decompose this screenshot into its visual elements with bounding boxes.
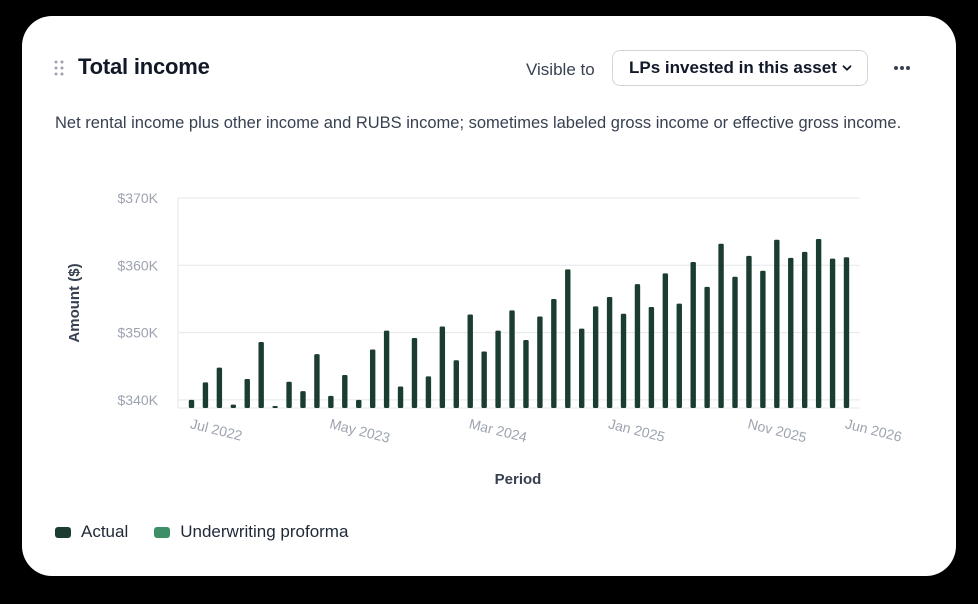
legend-item-actual[interactable]: Actual — [55, 522, 128, 542]
bar-actual-may-2026[interactable] — [829, 258, 836, 408]
bar-actual-mar-2026[interactable] — [801, 251, 808, 408]
x-tick-label: Jul 2022 — [189, 415, 244, 443]
bar-actual-sep-2024[interactable] — [551, 298, 557, 408]
bar-actual-jun-2023[interactable] — [342, 375, 348, 408]
y-tick-label: $350K — [118, 325, 159, 341]
x-tick-label: Jan 2025 — [607, 415, 667, 445]
bar-actual-oct-2022[interactable] — [230, 404, 237, 408]
chart-gridlines — [177, 197, 860, 409]
bar-actual-apr-2025[interactable] — [648, 307, 655, 408]
bar-actual-feb-2026[interactable] — [788, 257, 794, 408]
bar-actual-mar-2023[interactable] — [300, 391, 306, 408]
visibility-select-value: LPs invested in this asset — [629, 58, 837, 77]
bar-actual-sep-2023[interactable] — [383, 330, 390, 408]
bar-actual-jan-2024[interactable] — [439, 326, 446, 408]
bar-actual-oct-2023[interactable] — [397, 386, 404, 408]
bar-actual-dec-2023[interactable] — [425, 376, 432, 408]
legend-label-proforma: Underwriting proforma — [180, 522, 349, 541]
bar-actual-jul-2023[interactable] — [356, 399, 362, 408]
bar-actual-jan-2026[interactable] — [774, 239, 780, 408]
bar-actual-jan-2025[interactable] — [606, 296, 613, 408]
y-tick-label: $370K — [118, 190, 159, 206]
bar-actual-dec-2024[interactable] — [592, 306, 599, 408]
y-tick-label: $360K — [118, 257, 159, 273]
bar-actual-aug-2022[interactable] — [202, 382, 209, 408]
x-tick-label: May 2023 — [328, 415, 392, 445]
y-tick-label: $340K — [118, 392, 159, 408]
bar-actual-sep-2022[interactable] — [216, 367, 223, 408]
bar-actual-aug-2024[interactable] — [537, 316, 543, 408]
more-options-icon[interactable] — [888, 56, 916, 80]
bar-actual-jun-2025[interactable] — [676, 303, 682, 408]
bar-actual-aug-2023[interactable] — [369, 349, 376, 408]
bar-actual-dec-2022[interactable] — [258, 342, 264, 408]
bar-actual-apr-2024[interactable] — [481, 351, 487, 408]
bar-actual-feb-2023[interactable] — [286, 381, 292, 408]
bar-actual-apr-2023[interactable] — [314, 354, 320, 408]
bar-actual-sep-2025[interactable] — [718, 243, 724, 408]
y-axis-label: Amount ($) — [66, 263, 83, 342]
y-axis-ticks: $340K $350K $360K $370K — [118, 190, 159, 408]
bar-actual-may-2023[interactable] — [328, 395, 334, 408]
bar-actual-jul-2024[interactable] — [523, 340, 529, 408]
drag-handle-icon[interactable] — [54, 60, 64, 76]
bar-actual-nov-2025[interactable] — [746, 255, 752, 408]
visibility-select[interactable]: LPs invested in this asset — [612, 50, 868, 86]
bar-actual-oct-2024[interactable] — [565, 269, 571, 408]
bar-actual-may-2025[interactable] — [662, 273, 669, 408]
bar-actual-may-2024[interactable] — [495, 330, 501, 408]
bar-actual-aug-2025[interactable] — [704, 286, 710, 408]
bar-actual-feb-2025[interactable] — [620, 313, 627, 408]
legend-item-proforma[interactable]: Underwriting proforma — [154, 522, 348, 542]
bar-actual-mar-2024[interactable] — [467, 314, 473, 408]
income-bar-chart: $340K $350K $360K $370K Jul 2022 May 2023 Mar… — [66, 190, 904, 488]
card-title: Total income — [78, 54, 210, 79]
bar-actual-jul-2022[interactable] — [188, 399, 195, 408]
bar-actual-dec-2025[interactable] — [760, 270, 766, 408]
bar-actual-jul-2025[interactable] — [690, 261, 696, 408]
total-income-card: Total income Visible to LPs invested in … — [22, 16, 956, 576]
bar-actual-apr-2026[interactable] — [815, 239, 822, 408]
x-axis-ticks: Jul 2022 May 2023 Mar 2024 Jan 2025 Nov 2025… — [189, 415, 904, 445]
legend-swatch-proforma — [154, 526, 171, 538]
bar-actual-jan-2023[interactable] — [272, 405, 278, 408]
chevron-down-icon — [842, 65, 852, 71]
x-axis-label: Period — [495, 471, 542, 488]
bar-actual-nov-2022[interactable] — [244, 379, 250, 408]
bar-actual-feb-2024[interactable] — [453, 360, 459, 408]
chart-legend: Actual Underwriting proforma — [55, 522, 374, 542]
x-tick-label: Mar 2024 — [467, 415, 528, 445]
x-tick-label: Jun 2026 — [844, 415, 904, 445]
legend-swatch-actual — [55, 526, 71, 538]
bar-actual-jun-2026[interactable] — [843, 257, 850, 408]
bar-actual-oct-2025[interactable] — [732, 276, 738, 408]
bar-actual-mar-2025[interactable] — [634, 284, 641, 408]
legend-label-actual: Actual — [81, 522, 129, 541]
x-tick-label: Nov 2025 — [746, 415, 808, 445]
visible-to-label: Visible to — [526, 60, 595, 79]
actual-series-bars — [188, 239, 850, 408]
bar-actual-jun-2024[interactable] — [509, 310, 515, 408]
card-description: Net rental income plus other income and … — [55, 114, 902, 132]
bar-actual-nov-2023[interactable] — [411, 338, 418, 408]
bar-actual-nov-2024[interactable] — [579, 328, 585, 408]
